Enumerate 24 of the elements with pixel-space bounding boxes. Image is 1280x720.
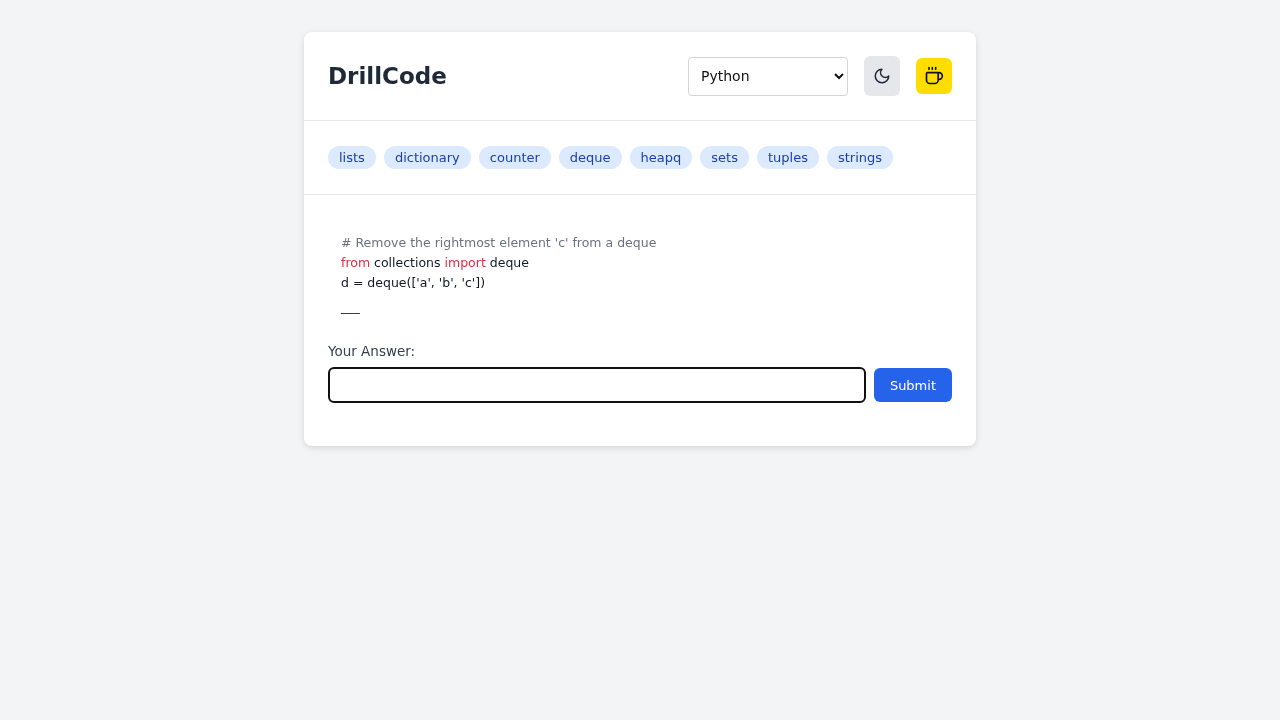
language-select[interactable]: Python <box>688 56 848 96</box>
topic-tag[interactable]: deque <box>558 146 622 169</box>
code-text: deque <box>488 255 529 270</box>
code-text: collections <box>373 255 442 270</box>
topic-tag[interactable]: lists <box>328 146 376 169</box>
code-text: ___ <box>341 299 360 314</box>
topic-tag[interactable]: sets <box>700 146 749 169</box>
topic-tag[interactable]: strings <box>826 146 894 169</box>
code-text: d = deque(['a', 'b', 'c']) <box>341 275 485 290</box>
app-title: DrillCode <box>328 63 447 89</box>
topic-tag[interactable]: dictionary <box>383 146 471 169</box>
answer-field[interactable] <box>328 367 866 403</box>
coffee-button[interactable] <box>916 58 952 94</box>
answer-label: Your Answer: <box>328 343 417 359</box>
code-comment: # Remove the rightmost element 'c' from a deque <box>341 235 657 250</box>
theme-toggle-button[interactable] <box>864 56 900 96</box>
topic-tag[interactable]: heapq <box>629 146 693 169</box>
topic-tag[interactable]: counter <box>478 146 551 169</box>
submit-button[interactable]: Submit <box>873 368 952 402</box>
code-keyword: import <box>444 255 486 270</box>
code-keyword: from <box>341 255 371 270</box>
topic-tag[interactable]: tuples <box>756 146 819 169</box>
moon-icon <box>873 67 891 85</box>
coffee-cup-icon <box>924 66 944 86</box>
